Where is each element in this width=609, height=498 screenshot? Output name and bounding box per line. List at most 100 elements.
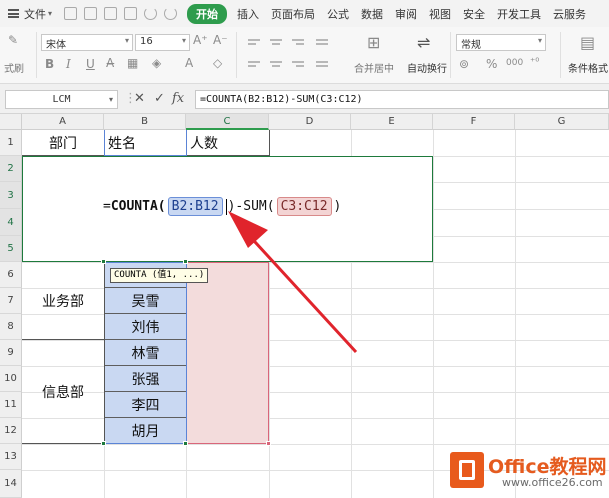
tab-review[interactable]: 审阅 <box>389 6 423 22</box>
row-header-3[interactable]: 3 <box>0 182 22 209</box>
formula-bar: LCM ▾ ⋮ ✕ ✓ fx =COUNTA(B2:B12)-SUM(C3:C1… <box>0 84 609 114</box>
conditional-format-label[interactable]: 条件格式 <box>568 60 608 75</box>
conditional-format-icon[interactable]: ▤ <box>580 33 595 52</box>
font-color-icon[interactable]: A <box>185 56 193 70</box>
row-header-6[interactable]: 6 <box>0 262 22 288</box>
formula-open-paren: ( <box>157 199 166 214</box>
redo-icon[interactable] <box>164 7 178 20</box>
range-c6-c12 <box>186 262 269 444</box>
thousands-button[interactable]: 000 <box>506 58 523 68</box>
cell-b9[interactable]: 林雪 <box>105 340 186 366</box>
row-header-13[interactable]: 13 <box>0 444 22 470</box>
office-logo-icon <box>450 452 484 488</box>
percent-button[interactable]: % <box>486 57 497 71</box>
hamburger-icon <box>8 9 19 18</box>
cell-b10[interactable]: 张强 <box>105 366 186 392</box>
function-tooltip: COUNTA (值1, ...) <box>110 268 209 283</box>
fill-color-icon[interactable]: ◈ <box>152 56 161 70</box>
formula-function-name: COUNTA <box>110 199 158 214</box>
row-header-10[interactable]: 10 <box>0 366 22 392</box>
row-header-11[interactable]: 11 <box>0 392 22 418</box>
tab-data[interactable]: 数据 <box>355 6 389 22</box>
merge-center-icon[interactable]: ⊞ <box>367 33 380 52</box>
strikethrough-icon[interactable]: A̶ <box>106 56 114 70</box>
merge-center-label[interactable]: 合并居中 <box>354 60 394 75</box>
file-menu[interactable]: 文件 ▾ <box>0 6 58 22</box>
select-all-corner[interactable] <box>0 114 22 130</box>
tab-page-layout[interactable]: 页面布局 <box>265 6 321 22</box>
underline-button[interactable]: U <box>86 57 95 71</box>
tab-view[interactable]: 视图 <box>423 6 457 22</box>
watermark-title: Office教程网 <box>488 456 607 478</box>
column-header-g[interactable]: G <box>515 114 609 130</box>
row-header-2[interactable]: 2 <box>0 156 22 182</box>
ribbon: ✎ 式刷 宋体 ▾ 16 ▾ A⁺ A⁻ B I U A̶ ▦ ◈ A ◇ ⊞ … <box>0 27 609 84</box>
border-icon[interactable]: ▦ <box>127 56 138 70</box>
cell-a1[interactable]: 部门 <box>22 130 104 156</box>
column-header-c[interactable]: C <box>186 114 269 130</box>
export-icon[interactable] <box>124 7 138 20</box>
undo-icon[interactable] <box>144 7 158 20</box>
increase-decimal-icon[interactable]: ⁺⁰ <box>530 57 539 68</box>
cell-c1[interactable]: 人数 <box>190 130 269 156</box>
number-format-select[interactable]: 常规 ▾ <box>456 34 546 51</box>
formula-ref-b2-b12[interactable]: B2:B12 <box>167 197 223 216</box>
font-size-select[interactable]: 16 ▾ <box>135 34 190 51</box>
tab-developer[interactable]: 开发工具 <box>491 6 547 22</box>
formula-ref-c3-c12[interactable]: C3:C12 <box>276 197 332 216</box>
row-header-8[interactable]: 8 <box>0 314 22 340</box>
row-header-5[interactable]: 5 <box>0 236 22 262</box>
chevron-down-icon: ▾ <box>181 36 186 45</box>
grow-font-button[interactable]: A⁺ <box>193 33 208 47</box>
print-icon[interactable] <box>84 7 98 20</box>
cell-b12[interactable]: 胡月 <box>105 418 186 444</box>
column-header-e[interactable]: E <box>351 114 433 130</box>
format-painter-icon[interactable]: ✎ <box>8 33 18 47</box>
wrap-text-icon[interactable]: ⇌ <box>417 33 430 52</box>
font-name-select[interactable]: 宋体 ▾ <box>41 34 133 51</box>
column-header-a[interactable]: A <box>22 114 104 130</box>
wrap-text-label[interactable]: 自动换行 <box>407 60 447 75</box>
tab-formulas[interactable]: 公式 <box>321 6 355 22</box>
tab-cloud[interactable]: 云服务 <box>547 6 592 22</box>
insert-function-icon[interactable]: fx <box>172 91 184 106</box>
italic-button[interactable]: I <box>66 57 71 71</box>
formula-input[interactable]: =COUNTA(B2:B12)-SUM(C3:C12) <box>195 90 609 109</box>
save-icon[interactable] <box>64 7 78 20</box>
clear-format-icon[interactable]: ◇ <box>213 56 222 70</box>
bold-button[interactable]: B <box>45 57 54 71</box>
text-cursor <box>225 198 227 215</box>
currency-icon[interactable]: ⊚ <box>459 57 469 71</box>
cell-b8[interactable]: 刘伟 <box>105 314 186 340</box>
in-cell-formula[interactable]: = COUNTA ( B2:B12 ) -SUM( C3:C12 ) <box>103 197 341 216</box>
quick-access-toolbar <box>58 7 183 20</box>
format-painter-label: 式刷 <box>4 64 24 75</box>
confirm-icon[interactable]: ✓ <box>154 91 165 106</box>
column-header-f[interactable]: F <box>433 114 515 130</box>
row-header-1[interactable]: 1 <box>0 130 22 156</box>
row-header-9[interactable]: 9 <box>0 340 22 366</box>
cancel-icon[interactable]: ✕ <box>134 91 145 106</box>
formula-equals: = <box>103 199 111 214</box>
column-header-d[interactable]: D <box>269 114 351 130</box>
row-header-7[interactable]: 7 <box>0 288 22 314</box>
tab-security[interactable]: 安全 <box>457 6 491 22</box>
font-name-value: 宋体 <box>46 40 66 51</box>
print-preview-icon[interactable] <box>104 7 118 20</box>
cell-b11[interactable]: 李四 <box>105 392 186 418</box>
watermark-url: www.office26.com <box>502 476 603 489</box>
row-header-14[interactable]: 14 <box>0 470 22 498</box>
tab-insert[interactable]: 插入 <box>231 6 265 22</box>
cell-b1[interactable]: 姓名 <box>108 130 186 156</box>
merged-cell-a2-e5[interactable]: = COUNTA ( B2:B12 ) -SUM( C3:C12 ) <box>22 156 433 262</box>
row-header-4[interactable]: 4 <box>0 209 22 236</box>
row-header-12[interactable]: 12 <box>0 418 22 444</box>
spreadsheet-grid[interactable]: A B C D E F G 1 2 3 4 5 6 7 8 9 10 11 12… <box>0 114 609 498</box>
name-box[interactable]: LCM ▾ <box>5 90 118 109</box>
cell-b7[interactable]: 吴雪 <box>105 288 186 314</box>
column-header-b[interactable]: B <box>104 114 186 130</box>
file-menu-label: 文件 <box>24 7 46 21</box>
font-size-value: 16 <box>140 36 153 47</box>
tab-home[interactable]: 开始 <box>187 3 228 24</box>
shrink-font-button[interactable]: A⁻ <box>213 33 228 47</box>
